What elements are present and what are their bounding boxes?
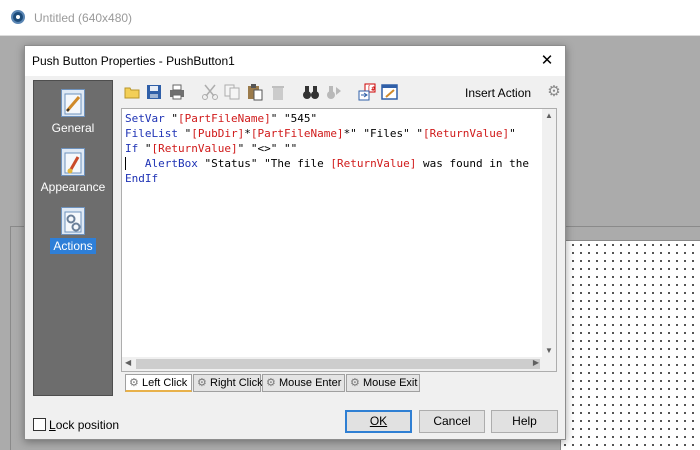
scroll-right-icon[interactable]: ▶ [533,358,539,367]
paste-icon[interactable] [246,83,264,101]
tab-label: Left Click [142,377,188,389]
script-editor-icon[interactable] [381,83,399,101]
sidebar: General Appearance Actions [33,80,113,396]
scroll-left-icon[interactable]: ◀ [125,358,131,367]
gear-icon: ⚙ [350,377,360,389]
save-icon[interactable] [145,83,163,101]
code-line: EndIf [125,172,159,185]
scroll-up-icon[interactable]: ▲ [545,111,553,120]
code-line: SetVar "[PartFileName]" "545" [125,112,318,125]
gear-icon: ⚙ [266,377,276,389]
open-icon[interactable] [123,83,141,101]
insert-action-gear-icon[interactable]: ⚙ [546,84,562,100]
sidebar-item-label: Actions [50,238,96,254]
main-window-title: Untitled (640x480) [34,11,133,25]
lock-position-checkbox[interactable] [33,418,46,431]
tab-mouse-enter[interactable]: ⚙ Mouse Enter [262,374,345,392]
script-code[interactable]: SetVar "[PartFileName]" "545" FileList "[… [125,111,543,355]
tab-left-click[interactable]: ⚙ Left Click [125,374,192,392]
tab-right-click[interactable]: ⚙ Right Click [193,374,263,392]
gears-icon [61,207,85,235]
variable-insert-icon[interactable]: [#] [358,83,380,101]
text-caret [125,157,126,170]
delete-icon[interactable] [269,83,287,101]
copy-icon[interactable] [223,83,241,101]
ok-button[interactable]: OK [345,410,412,433]
paintbrush-icon [61,148,85,176]
sidebar-item-label: Appearance [40,180,106,194]
sidebar-item-appearance[interactable]: Appearance [34,148,112,195]
cut-icon[interactable] [201,83,219,101]
lock-label-rest: ock position [55,418,120,432]
insert-action-label: Insert Action [465,86,532,100]
scrollbar-thumb[interactable] [136,359,540,369]
tab-label: Mouse Exit [363,377,418,389]
help-button[interactable]: Help [491,410,558,433]
design-canvas[interactable] [560,240,700,450]
print-icon[interactable] [168,83,186,101]
main-window-titlebar: Untitled (640x480) [0,0,700,36]
app-logo-icon [11,10,25,24]
editor-toolbar: [#] Insert Action ⚙ [121,83,561,105]
tab-mouse-exit[interactable]: ⚙ Mouse Exit [346,374,420,392]
close-button[interactable]: ✕ [537,51,557,71]
gear-icon: ⚙ [197,377,207,389]
pencil-ruler-icon [61,89,85,117]
dialog-title: Push Button Properties - PushButton1 [32,54,235,68]
push-button-properties-dialog: Push Button Properties - PushButton1 ✕ G… [24,45,566,440]
tab-label: Right Click [210,377,263,389]
sidebar-item-label: General [51,121,95,135]
code-line: If "[ReturnValue]" "<>" "" [125,142,298,155]
ok-button-label: OK [369,414,388,428]
find-icon[interactable] [302,83,320,101]
gear-icon: ⚙ [129,377,139,389]
cancel-button[interactable]: Cancel [419,410,485,433]
scroll-down-icon[interactable]: ▼ [545,346,553,355]
lock-position-label[interactable]: Lock position [49,418,119,432]
code-line: FileList "[PubDir]*[PartFileName]*" "Fil… [125,127,516,140]
horizontal-scrollbar[interactable]: ◀ ▶ [122,357,556,371]
dialog-titlebar: Push Button Properties - PushButton1 ✕ [25,46,565,76]
sidebar-item-actions[interactable]: Actions [34,207,112,254]
vertical-scrollbar[interactable]: ▲ ▼ [542,109,556,357]
sidebar-item-general[interactable]: General [34,89,112,136]
action-script-editor[interactable]: SetVar "[PartFileName]" "545" FileList "[… [121,108,557,372]
replace-icon[interactable] [325,83,343,101]
tab-label: Mouse Enter [279,377,342,389]
code-line: AlertBox "Status" "The file [ReturnValue… [144,157,530,170]
